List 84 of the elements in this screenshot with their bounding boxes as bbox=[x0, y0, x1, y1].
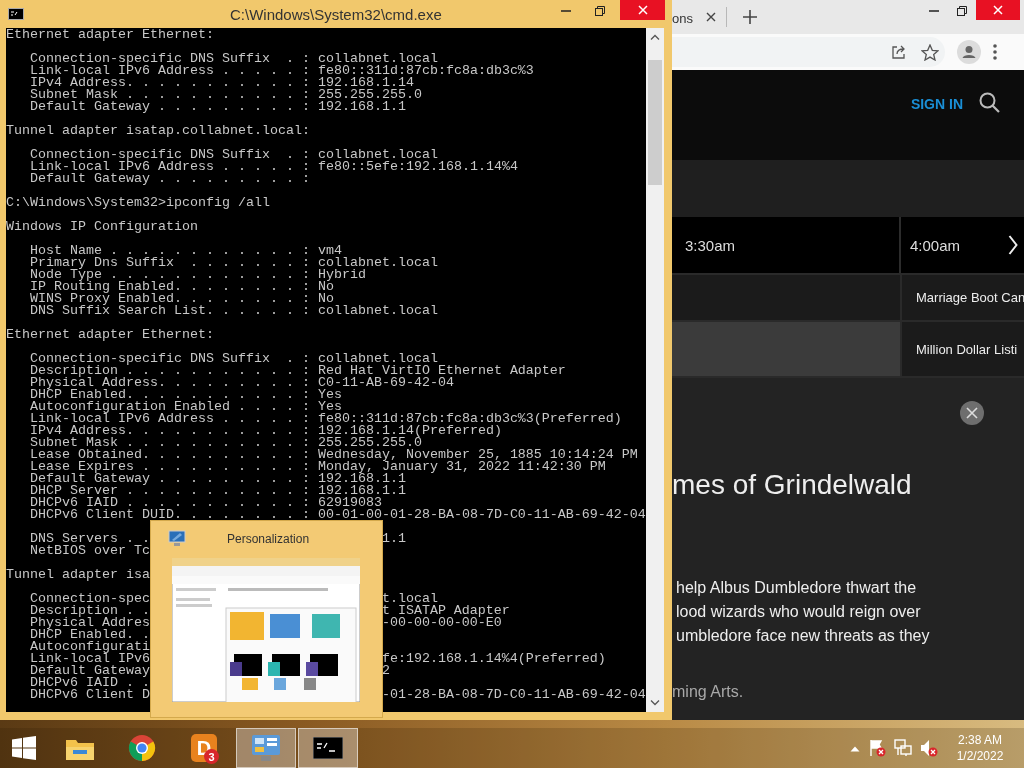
console-text: NetBIOS over Tc bbox=[30, 543, 150, 558]
console-text: Connection-specific DNS Suffix . : collabnet.local bbox=[30, 351, 438, 366]
console-text: Subnet Mask . . . . . . . . . . . : 255.255.255.0 bbox=[30, 87, 422, 102]
program-description: help Albus Dumbledore thwart the lood wizards who would reign over umbledore face new threats as they bbox=[676, 578, 930, 646]
share-icon[interactable] bbox=[891, 44, 907, 60]
console-text: DHCPv6 IAID . . . . . . . . . . . : 62919083 bbox=[30, 495, 382, 510]
console-text: Connection-specific DNS Suffix . : collabnet.local bbox=[30, 51, 438, 66]
console-icon bbox=[8, 8, 24, 20]
console-text: t ISATAP Adapter bbox=[381, 605, 510, 617]
minimize-icon bbox=[929, 10, 939, 12]
time-slot-label: 4:00am bbox=[910, 236, 961, 254]
console-text: Description . . bbox=[30, 605, 150, 617]
show-title: Million Dollar Listi bbox=[916, 341, 1018, 357]
close-icon bbox=[637, 5, 648, 15]
console-text: Default Gateway bbox=[30, 665, 150, 677]
program-credit: ming Arts. bbox=[672, 682, 744, 702]
caret-down-icon[interactable] bbox=[650, 700, 660, 706]
console-text: Connection-spec bbox=[30, 593, 150, 605]
console-text: Link-local IPv6 bbox=[30, 653, 150, 665]
console-text: -01-28-BA-08-7D-C0-11-AB-69-42-04 bbox=[381, 689, 646, 701]
flag-icon[interactable] bbox=[868, 739, 886, 757]
tab-title[interactable]: ons bbox=[672, 10, 693, 26]
restore-icon bbox=[595, 6, 605, 16]
scrollbar[interactable] bbox=[646, 28, 664, 712]
console-text: Physical Addres bbox=[30, 617, 150, 629]
console-text: Lease Obtained. . . . . . . . . . : Wednesday, November 25, 1885 10:14:24 PM bbox=[30, 447, 638, 462]
console-text: Tunnel adapter isatap.collabnet.local: bbox=[6, 123, 310, 138]
caret-up-icon[interactable] bbox=[650, 34, 660, 40]
close-button[interactable] bbox=[960, 401, 984, 425]
close-icon[interactable] bbox=[705, 12, 716, 22]
taskbar-button[interactable] bbox=[298, 728, 358, 768]
control-panel-icon bbox=[251, 734, 281, 762]
console-text: Autoconfigurati bbox=[30, 639, 150, 654]
console-text: Host Name . . . . . . . . . . . . : vm4 bbox=[30, 243, 342, 258]
console-text: -00-00-00-00-E0 bbox=[381, 617, 502, 629]
speaker-muted-icon[interactable] bbox=[920, 739, 938, 757]
console-text: fe:192.168.1.14%4(Preferred) bbox=[381, 653, 606, 665]
network-icon[interactable] bbox=[894, 739, 912, 757]
console-text: DHCPv6 Client DUID. . . . . . . . : 00-01-00-01-28-BA-08-7D-C0-11-AB-69-42-04 bbox=[30, 507, 646, 522]
console-text: 1.1 bbox=[381, 533, 406, 545]
console-text: t.local bbox=[381, 593, 438, 605]
console-text: Ethernet adapter Ethernet: bbox=[6, 327, 214, 342]
console-text: IPv4 Address. . . . . . . . . . . : 192.168.1.14 bbox=[30, 75, 414, 90]
console-text: Primary Dns Suffix . . . . . . . : collabnet.local bbox=[30, 255, 438, 270]
windows-logo-icon bbox=[12, 736, 36, 760]
chevron-right-icon[interactable] bbox=[1008, 235, 1018, 255]
console-text: Connection-specific DNS Suffix . : collabnet.local bbox=[30, 147, 438, 162]
preview-title: Personalization bbox=[227, 532, 310, 546]
monitor-icon bbox=[168, 530, 186, 548]
console-text: 2 bbox=[381, 665, 390, 677]
window-title: C:\Windows\System32\cmd.exe bbox=[230, 5, 442, 23]
restore-icon bbox=[957, 6, 967, 16]
window-preview[interactable]: Personalization bbox=[150, 520, 383, 718]
close-icon bbox=[993, 5, 1003, 15]
menu-icon[interactable] bbox=[993, 44, 997, 60]
console-text: Default Gateway . . . . . . . . . : 192.168.1.1 bbox=[30, 99, 406, 114]
guide-cell[interactable] bbox=[672, 322, 900, 376]
guide-cell[interactable]: Marriage Boot Can bbox=[900, 275, 1024, 320]
console-text: C:\Windows\System32>ipconfig /all bbox=[6, 195, 270, 210]
console-text: Tunnel adapter isa bbox=[6, 567, 150, 582]
show-title: Marriage Boot Can bbox=[916, 290, 1024, 305]
browser-icon bbox=[128, 734, 156, 762]
console-text: Default Gateway . . . . . . . . . : bbox=[30, 171, 310, 186]
console-text: Ethernet adapter Ethernet: bbox=[6, 28, 214, 42]
star-icon[interactable] bbox=[921, 43, 939, 61]
chevron-up-icon[interactable] bbox=[850, 744, 860, 752]
guide-cell[interactable]: Million Dollar Listi bbox=[900, 322, 1024, 376]
new-tab-button[interactable] bbox=[740, 8, 759, 26]
console-text: DNS Servers . . bbox=[30, 533, 150, 545]
console-text: DHCPv6 Client D bbox=[30, 689, 150, 701]
profile-avatar-icon[interactable] bbox=[957, 40, 981, 64]
console-text: Autoconfiguration Enabled . . . . : Yes bbox=[30, 399, 342, 414]
guide-cell[interactable] bbox=[672, 275, 900, 320]
console-text: IPv4 Address. . . . . . . . . . . : 192.168.1.14(Preferred) bbox=[30, 423, 502, 438]
program-title: mes of Grindelwald bbox=[672, 469, 912, 501]
close-icon bbox=[966, 407, 978, 419]
time-slot-label: 3:30am bbox=[685, 236, 736, 254]
plus-icon bbox=[742, 10, 757, 24]
scrollbar-thumb[interactable] bbox=[648, 60, 662, 185]
console-text: Windows IP Configuration bbox=[6, 219, 198, 234]
search-icon[interactable] bbox=[979, 92, 1000, 113]
sign-in-link[interactable]: SIGN IN bbox=[910, 96, 963, 112]
terminal-icon bbox=[313, 737, 343, 759]
minimize-icon bbox=[561, 10, 571, 12]
